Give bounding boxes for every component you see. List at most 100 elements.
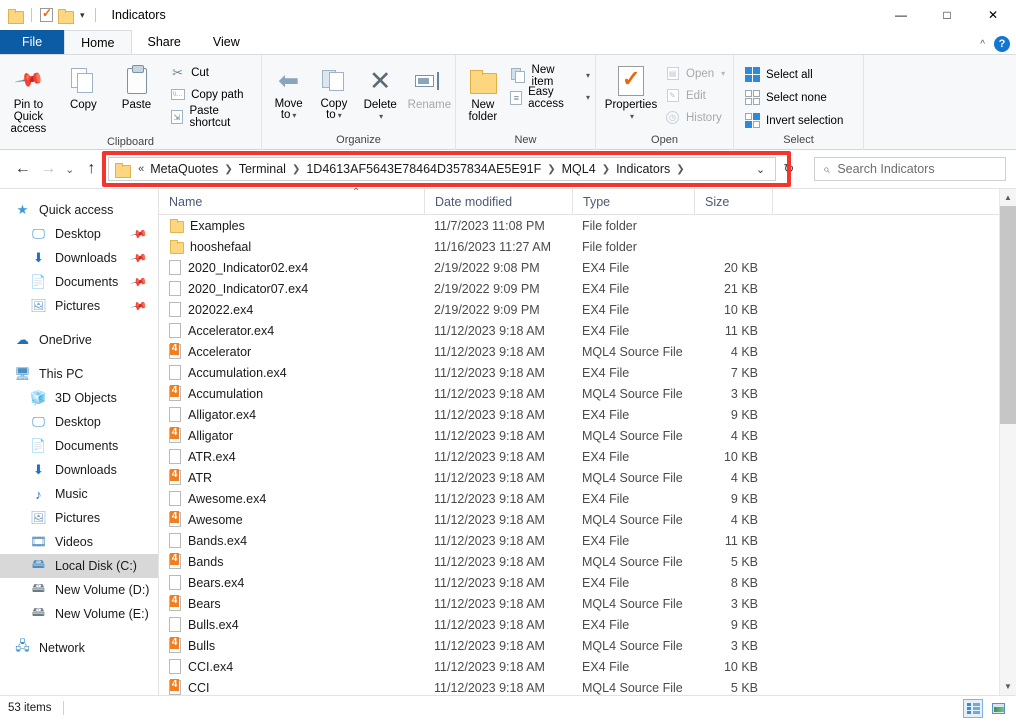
table-row[interactable]: hooshefaal 11/16/2023 11:27 AM File folder [159,236,999,257]
nav-network[interactable]: 🖧 Network [0,636,158,660]
tab-share[interactable]: Share [132,30,197,54]
column-header-size[interactable]: Size [694,188,772,215]
invert-selection-button[interactable]: Invert selection [742,111,848,130]
scroll-down-button[interactable]: ▼ [1000,678,1016,695]
column-header-date-modified[interactable]: Date modified [424,188,572,215]
scroll-up-button[interactable]: ▲ [1000,189,1016,206]
thumbnails-view-button[interactable] [988,699,1008,718]
breadcrumb-separator[interactable]: ❯ [221,164,235,175]
table-row[interactable]: Alligator 11/12/2023 9:18 AM MQL4 Source F… [159,425,999,446]
table-row[interactable]: CCI 11/12/2023 9:18 AM MQL4 Source File 5 K… [159,677,999,695]
details-view-button[interactable] [963,698,983,718]
table-row[interactable]: Bulls.ex4 11/12/2023 9:18 AM EX4 File 9 KB [159,614,999,635]
back-button[interactable]: ← [10,156,35,182]
help-icon[interactable]: ? [994,36,1010,52]
tab-file[interactable]: File [0,30,65,54]
properties-button[interactable]: Properties ▾ [602,61,660,123]
search-box[interactable]: ⌕ Search Indicators [813,157,1007,181]
paste-button[interactable]: Paste [110,61,163,111]
copy-to-button[interactable]: Copy to ▾ [311,61,356,121]
select-all-button[interactable]: Select all [742,65,848,84]
chevron-down-icon[interactable]: ▾ [586,71,590,80]
copy-path-button[interactable]: \\… Copy path [167,85,261,104]
nav-quick-downloads[interactable]: ⬇ Downloads 📌 [0,246,158,270]
new-item-button[interactable]: New item ▾ [508,64,595,88]
breadcrumb-item-terminal[interactable]: Terminal [236,161,289,177]
table-row[interactable]: CCI.ex4 11/12/2023 9:18 AM EX4 File 10 KB [159,656,999,677]
nav-pc-documents[interactable]: 📄 Documents [0,434,158,458]
chevron-down-icon[interactable]: ▾ [292,111,296,120]
up-button[interactable]: ↑ [79,156,104,182]
table-row[interactable]: Accelerator 11/12/2023 9:18 AM MQL4 Source… [159,341,999,362]
table-row[interactable]: ATR 11/12/2023 9:18 AM MQL4 Source File 4 K… [159,467,999,488]
select-none-button[interactable]: Select none [742,88,848,107]
nav-quick-documents[interactable]: 📄 Documents 📌 [0,270,158,294]
paste-shortcut-button[interactable]: ⇲ Paste shortcut [167,105,261,129]
table-row[interactable]: Accumulation.ex4 11/12/2023 9:18 AM EX4 Fi… [159,362,999,383]
close-button[interactable]: ✕ [970,0,1016,30]
vertical-scrollbar[interactable]: ▲ ▼ [999,189,1016,695]
nav-new-volume-e[interactable]: 🖴 New Volume (E:) [0,602,158,626]
new-folder-icon[interactable] [58,8,74,24]
move-to-button[interactable]: ⬅ Move to ▾ [266,61,311,121]
breadcrumb-item-mql4[interactable]: MQL4 [559,161,599,177]
chevron-down-icon[interactable]: ▾ [721,69,725,78]
table-row[interactable]: Examples 11/7/2023 11:08 PM File folder [159,215,999,236]
breadcrumb-separator[interactable]: ❯ [673,164,687,175]
chevron-down-icon[interactable]: ▾ [338,111,342,120]
nav-local-disk-c[interactable]: 🖴 Local Disk (C:) [0,554,158,578]
nav-pc-pictures[interactable]: 🖼 Pictures [0,506,158,530]
cut-button[interactable]: ✂ Cut [167,63,261,82]
table-row[interactable]: Bands.ex4 11/12/2023 9:18 AM EX4 File 11 KB [159,530,999,551]
table-row[interactable]: Awesome.ex4 11/12/2023 9:18 AM EX4 File 9 K… [159,488,999,509]
table-row[interactable]: Bands 11/12/2023 9:18 AM MQL4 Source File 5… [159,551,999,572]
chevron-down-icon[interactable]: ▾ [630,111,634,123]
nav-quick-access[interactable]: ★ Quick access [0,198,158,222]
recent-locations-button[interactable]: ⌄ [61,156,79,182]
table-row[interactable]: 2020_Indicator02.ex4 2/19/2022 9:08 PM EX4… [159,257,999,278]
copy-button[interactable]: Copy [57,61,110,111]
nav-quick-desktop[interactable]: 🖵 Desktop 📌 [0,222,158,246]
nav-pc-music[interactable]: ♪ Music [0,482,158,506]
history-button[interactable]: ◷ History [662,108,730,127]
breadcrumb-overflow-icon[interactable]: « [135,163,147,175]
breadcrumb-item-indicators[interactable]: Indicators [613,161,673,177]
address-dropdown-icon[interactable]: ⌄ [750,163,771,176]
breadcrumb-item-metaquotes[interactable]: MetaQuotes [147,161,221,177]
breadcrumb-separator[interactable]: ❯ [289,164,303,175]
refresh-button[interactable]: ↻ [776,157,801,181]
rename-button[interactable]: Rename [404,61,455,111]
nav-onedrive[interactable]: ☁ OneDrive [0,328,158,352]
easy-access-button[interactable]: ≡ Easy access ▾ [508,86,595,110]
open-button[interactable]: ▤ Open ▾ [662,64,730,83]
address-bar[interactable]: « MetaQuotes ❯ Terminal ❯ 1D4613AF5643E7… [108,157,777,181]
pin-icon[interactable]: 📌 [130,273,149,292]
tab-view[interactable]: View [197,30,256,54]
properties-icon[interactable] [40,6,53,22]
table-row[interactable]: Bulls 11/12/2023 9:18 AM MQL4 Source File 3… [159,635,999,656]
table-row[interactable]: Accelerator.ex4 11/12/2023 9:18 AM EX4 Fil… [159,320,999,341]
pin-icon[interactable]: 📌 [130,297,149,316]
chevron-down-icon[interactable]: ▾ [379,111,383,123]
folder-icon[interactable] [8,8,24,24]
maximize-button[interactable]: □ [924,0,970,30]
delete-button[interactable]: ✕ Delete ▾ [357,61,404,123]
table-row[interactable]: ATR.ex4 11/12/2023 9:18 AM EX4 File 10 KB [159,446,999,467]
chevron-down-icon[interactable]: ▾ [78,10,87,21]
forward-button[interactable]: → [35,156,60,182]
new-folder-button[interactable]: New folder [462,61,504,123]
nav-3d-objects[interactable]: 🧊 3D Objects [0,386,158,410]
table-row[interactable]: Awesome 11/12/2023 9:18 AM MQL4 Source Fil… [159,509,999,530]
chevron-down-icon[interactable]: ▾ [586,93,590,102]
table-row[interactable]: Accumulation 11/12/2023 9:18 AM MQL4 Sourc… [159,383,999,404]
table-row[interactable]: 2020_Indicator07.ex4 2/19/2022 9:09 PM EX4… [159,278,999,299]
breadcrumb-item-guid[interactable]: 1D4613AF5643E78464D357834AE5E91F [303,161,544,177]
search-input[interactable]: Search Indicators [837,162,934,176]
table-row[interactable]: 202022.ex4 2/19/2022 9:09 PM EX4 File 10 KB [159,299,999,320]
table-row[interactable]: Bears 11/12/2023 9:18 AM MQL4 Source File 3… [159,593,999,614]
chevron-up-icon[interactable]: ^ [980,39,985,50]
edit-button[interactable]: ✎ Edit [662,86,730,105]
nav-pc-downloads[interactable]: ⬇ Downloads [0,458,158,482]
table-row[interactable]: Alligator.ex4 11/12/2023 9:18 AM EX4 File 9… [159,404,999,425]
nav-this-pc[interactable]: 🖥 This PC [0,362,158,386]
